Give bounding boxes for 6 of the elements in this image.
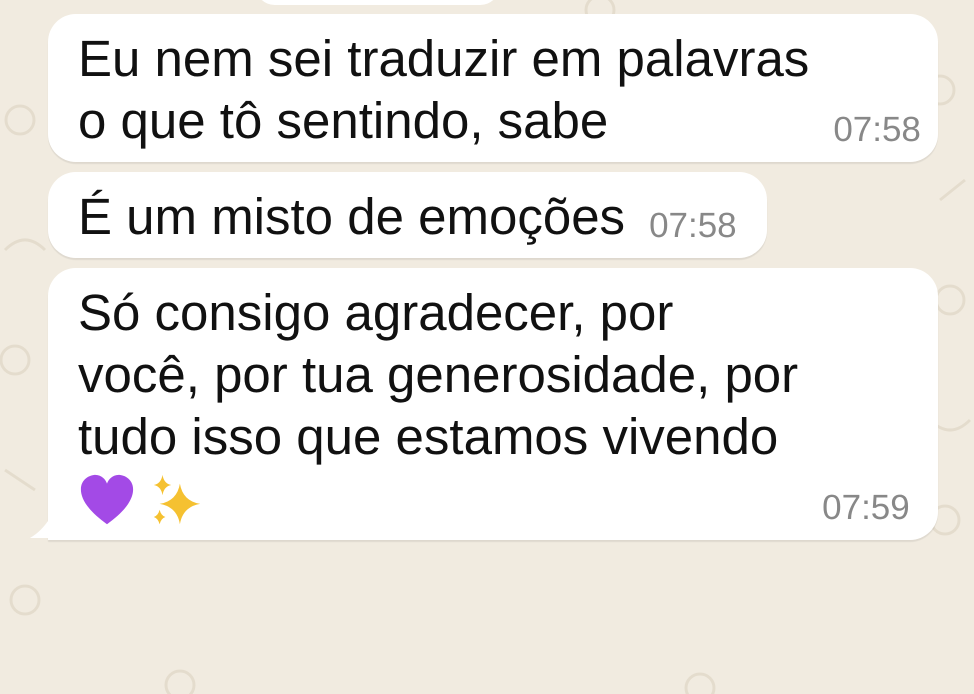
message-time: 07:58 <box>833 110 921 150</box>
message-text: Eu nem sei traduzir em palavras o que tô sentindo, sabe <box>78 29 810 151</box>
message-text: É um misto de emoções <box>78 187 626 247</box>
message-time: 07:58 <box>649 206 737 246</box>
message-text: Só consigo agradecer, por você, por tua generosidade, por tudo isso que estamos vivendo <box>78 283 798 467</box>
message-time: 07:59 <box>822 488 910 528</box>
